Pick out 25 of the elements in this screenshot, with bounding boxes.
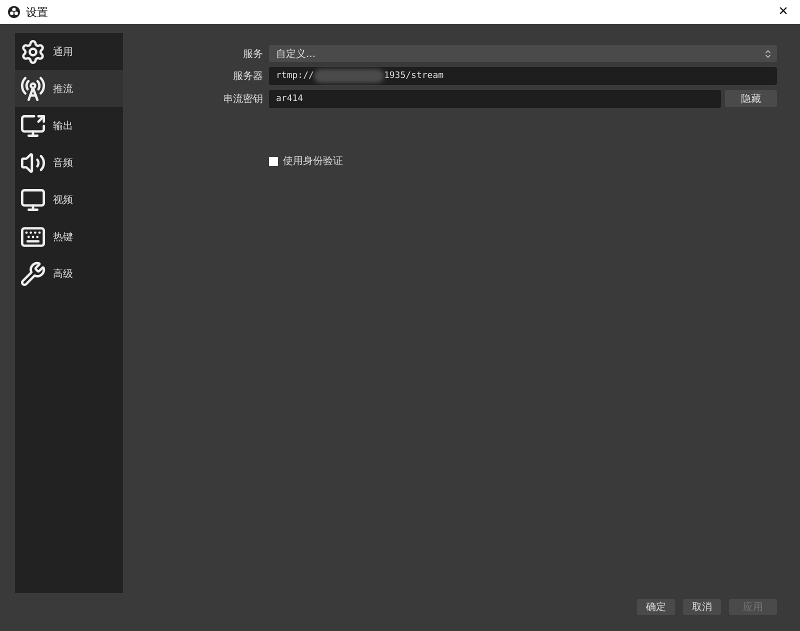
- gear-icon: [19, 38, 47, 66]
- dialog-button[interactable]: 确定: [637, 599, 675, 615]
- checkbox-label: 使用身份验证: [283, 155, 343, 168]
- chevrons-icon: [763, 48, 773, 58]
- field-label: 串流密钥: [222, 92, 263, 106]
- sidebar-item[interactable]: 视频: [15, 181, 123, 218]
- field-label: 服务器: [232, 70, 263, 83]
- dialog-button[interactable]: 取消: [683, 599, 721, 615]
- sidebar-item[interactable]: 高级: [15, 255, 123, 292]
- hide-button[interactable]: 隐藏: [725, 90, 777, 107]
- sidebar-item[interactable]: 音频: [15, 144, 123, 181]
- window-title: 设置: [26, 4, 49, 20]
- sidebar-item[interactable]: 输出: [15, 107, 123, 144]
- wrench-icon: [19, 260, 47, 288]
- checkbox[interactable]: [269, 156, 278, 166]
- sidebar-item[interactable]: 热键: [15, 218, 123, 255]
- sidebar-item[interactable]: 推流: [15, 70, 123, 107]
- radio-tower-icon: [19, 74, 47, 102]
- server-field[interactable]: rtmp:// 1935/stream: [269, 67, 777, 85]
- field-label: 服务: [242, 48, 263, 60]
- sidebar-item[interactable]: 通用: [15, 33, 123, 70]
- app-logo-icon: [8, 6, 20, 18]
- service-dropdown[interactable]: 自定义...: [269, 45, 777, 62]
- stream-key-field[interactable]: ar414: [269, 90, 721, 108]
- close-button[interactable]: ×: [774, 3, 792, 21]
